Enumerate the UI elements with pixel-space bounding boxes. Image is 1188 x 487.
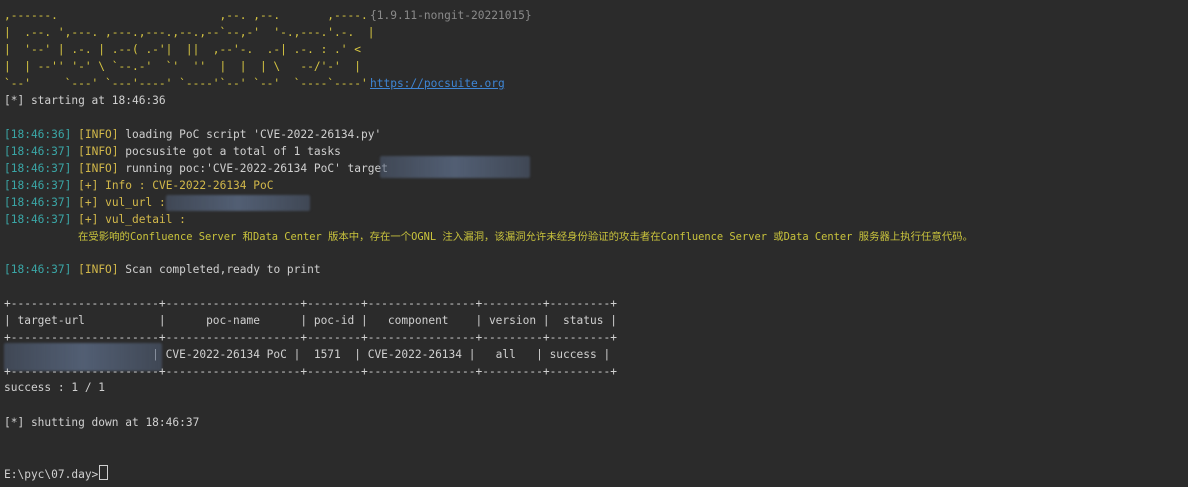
banner-line-5: `--' `---' `---'----' `----'`--' `--' `-… <box>4 77 368 90</box>
timestamp: [18:46:37] <box>4 263 72 276</box>
log-message: vul_url : <box>105 196 166 209</box>
log-message: running poc:'CVE-2022-26134 PoC' target <box>125 162 388 175</box>
terminal-window[interactable]: ,------. ,--. ,--. ,----. {1.9.11-nongit… <box>0 0 1188 487</box>
text-cursor <box>99 465 109 480</box>
pocsuite-link[interactable]: https://pocsuite.org <box>370 77 505 91</box>
redacted-vul-url <box>166 195 310 211</box>
summary-line: success : 1 / 1 <box>4 381 106 394</box>
log-tag: [+] <box>78 213 99 226</box>
log-tag: [INFO] <box>78 263 119 276</box>
log-message: pocsusite got a total of 1 tasks <box>125 145 341 158</box>
table-border-bottom: +----------------------+----------------… <box>4 365 617 378</box>
banner-line-4: | | --'' '-' \ `--.-' `' '' | | | \ --/'… <box>4 60 361 73</box>
log-tag: [+] <box>78 179 99 192</box>
log-message: loading PoC script 'CVE-2022-26134.py' <box>125 128 382 141</box>
table-header: | target-url | poc-name | poc-id | compo… <box>4 314 617 327</box>
timestamp: [18:46:37] <box>4 179 72 192</box>
log-entry: [18:46:37] [INFO] running poc:'CVE-2022-… <box>4 162 388 176</box>
log-tag: [+] <box>78 196 99 209</box>
log-entry: [18:46:37] [+] vul_detail : <box>4 213 186 227</box>
timestamp: [18:46:37] <box>4 213 72 226</box>
log-entry: [18:46:37] [INFO] pocsusite got a total … <box>4 145 341 159</box>
command-prompt[interactable]: E:\pyc\07.day> <box>4 465 109 482</box>
log-entry: [18:46:37] [+] Info : CVE-2022-26134 PoC <box>4 179 273 193</box>
banner-line-3: | '--' | .-. | .--( .-'| || ,--'-. .-| .… <box>4 43 361 56</box>
redacted-target <box>380 156 530 178</box>
log-tag: [INFO] <box>78 162 119 175</box>
log-message: Info : CVE-2022-26134 PoC <box>105 179 274 192</box>
timestamp: [18:46:36] <box>4 128 72 141</box>
timestamp: [18:46:37] <box>4 196 72 209</box>
vul-detail-text: 在受影响的Confluence Server 和Data Center 版本中，… <box>78 231 973 243</box>
log-tag: [INFO] <box>78 145 119 158</box>
log-entry: [18:46:36] [INFO] loading PoC script 'CV… <box>4 128 381 142</box>
prompt-path: E:\pyc\07.day> <box>4 468 99 481</box>
log-entry: [18:46:37] [+] vul_url : <box>4 196 166 210</box>
log-tag: [INFO] <box>78 128 119 141</box>
banner-line-2: | .--. ',---. ,---.,---.,--.,--`--,-' '-… <box>4 26 375 39</box>
starting-line: [*] starting at 18:46:36 <box>4 94 166 107</box>
table-border-top: +----------------------+----------------… <box>4 297 617 310</box>
shutdown-line: [*] shutting down at 18:46:37 <box>4 416 200 429</box>
banner-line-1: ,------. ,--. ,--. ,----. <box>4 9 368 22</box>
log-message: vul_detail : <box>105 213 186 226</box>
timestamp: [18:46:37] <box>4 145 72 158</box>
log-entry: [18:46:37] [INFO] Scan completed,ready t… <box>4 263 321 277</box>
log-message: Scan completed,ready to print <box>125 263 321 276</box>
version-label: {1.9.11-nongit-20221015} <box>370 9 532 22</box>
timestamp: [18:46:37] <box>4 162 72 175</box>
